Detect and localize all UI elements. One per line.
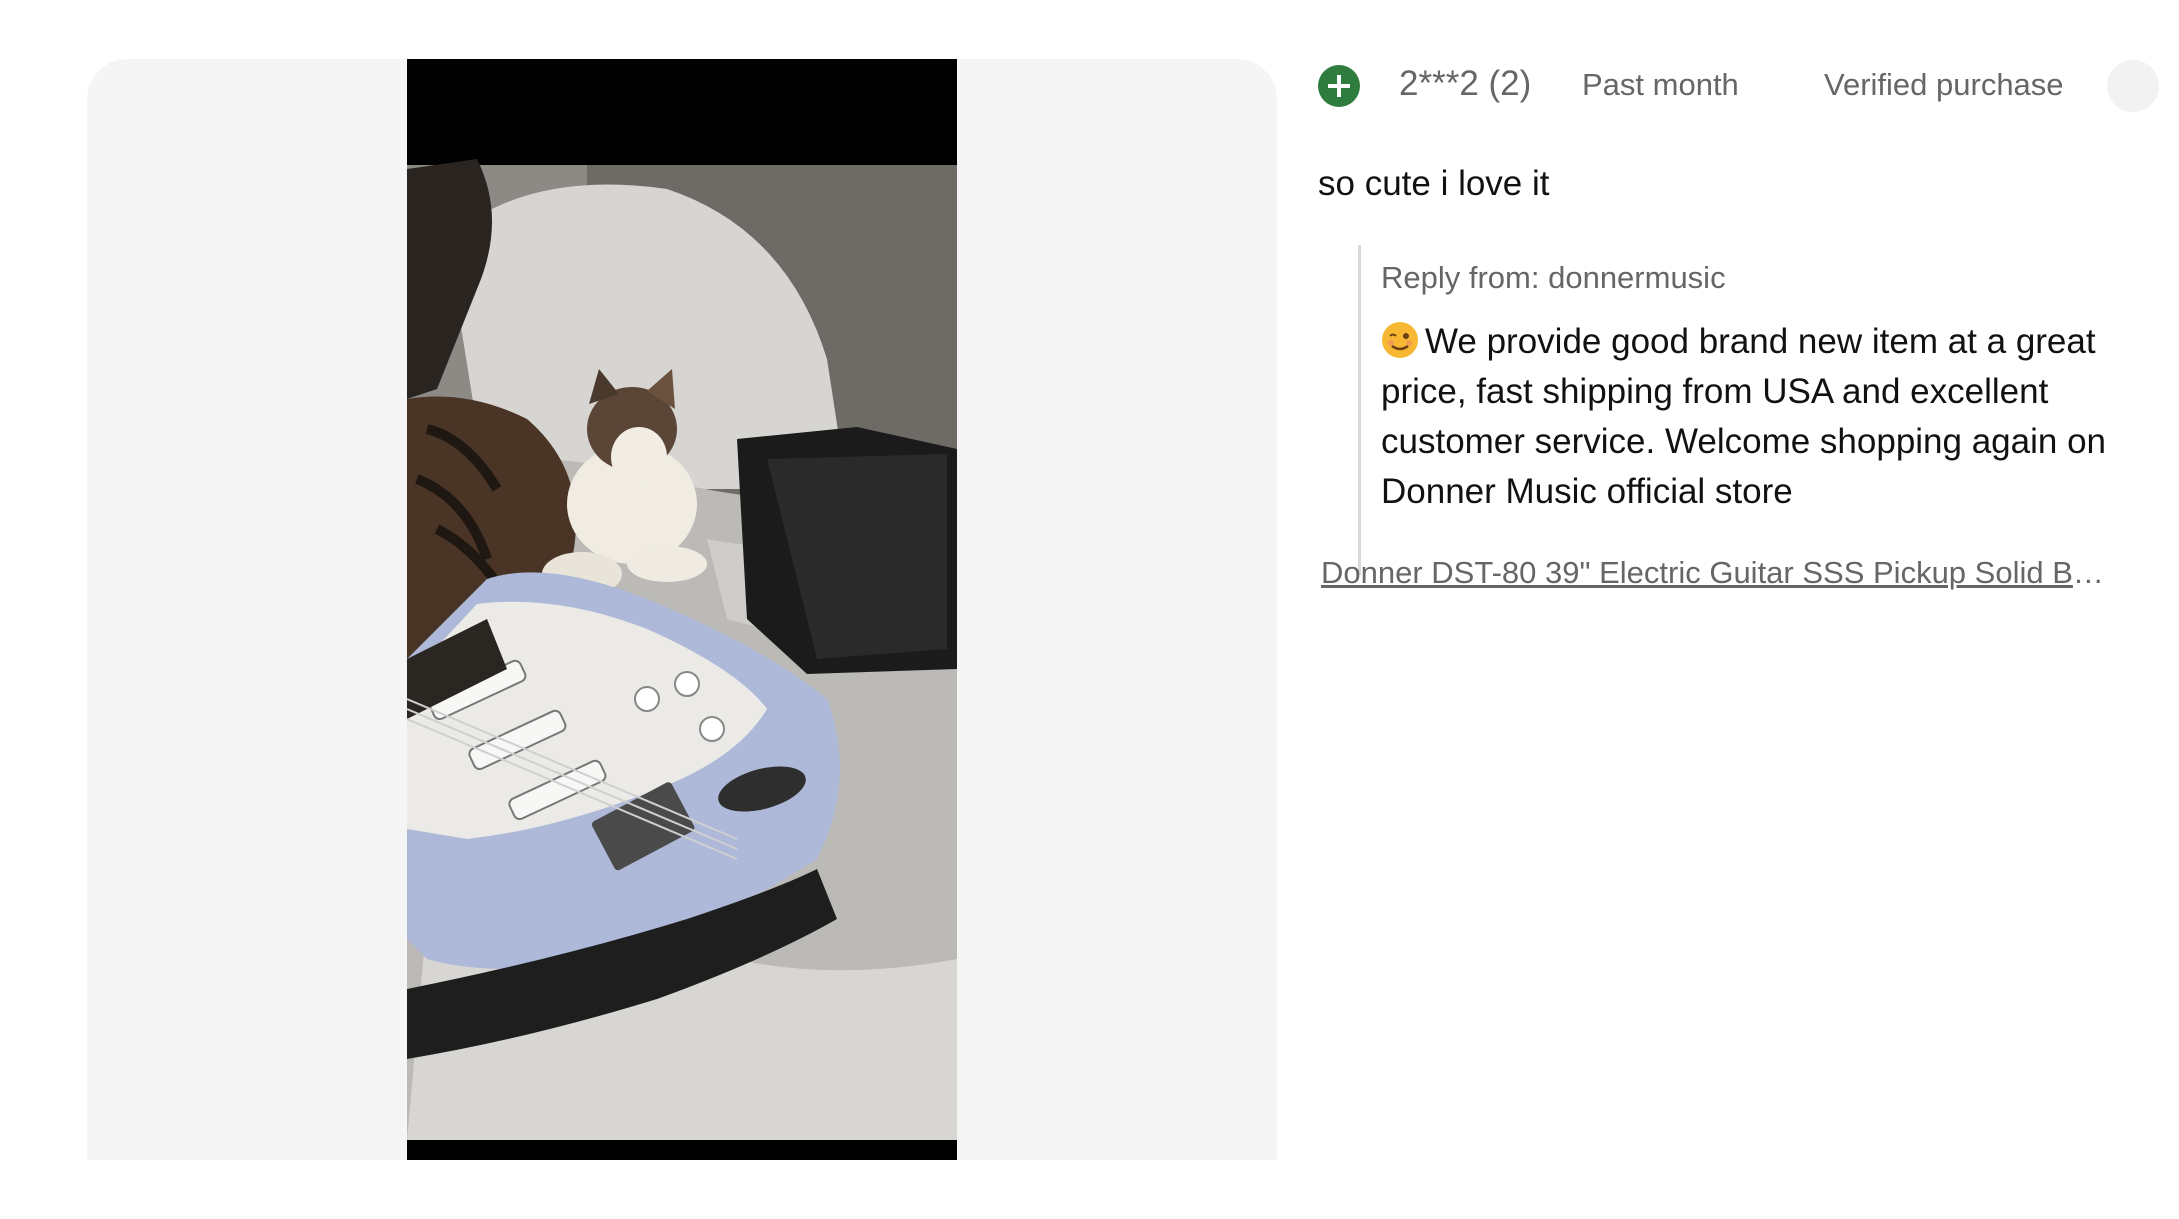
seller-reply: Reply from: donnermusic We provide good …	[1358, 245, 2171, 575]
review-entry: 2***2 (2) Past month Verified purchase s…	[1318, 50, 2179, 1150]
review-date: Past month	[1582, 67, 1739, 102]
more-icon[interactable]	[2107, 60, 2159, 112]
verified-purchase-badge: Verified purchase	[1824, 67, 2064, 102]
product-link[interactable]: Donner DST-80 39" Electric Guitar SSS Pi…	[1321, 555, 2111, 591]
review-photo[interactable]	[407, 59, 957, 1160]
reply-text-block: We provide good brand new item at a grea…	[1381, 317, 2151, 517]
review-media-panel[interactable]	[87, 59, 1277, 1160]
review-photo-image	[407, 59, 957, 1160]
reviewer-name[interactable]: 2***2 (2)	[1399, 64, 1531, 104]
reply-label: Reply from: donnermusic	[1381, 260, 1726, 295]
review-meta: 2***2 (2) Past month Verified purchase	[1318, 50, 2179, 122]
plus-circle-icon[interactable]	[1318, 65, 1360, 107]
winking-face-emoji	[1382, 322, 1418, 358]
reply-text: We provide good brand new item at a grea…	[1381, 322, 2107, 511]
review-text: so cute i love it	[1318, 164, 1550, 203]
